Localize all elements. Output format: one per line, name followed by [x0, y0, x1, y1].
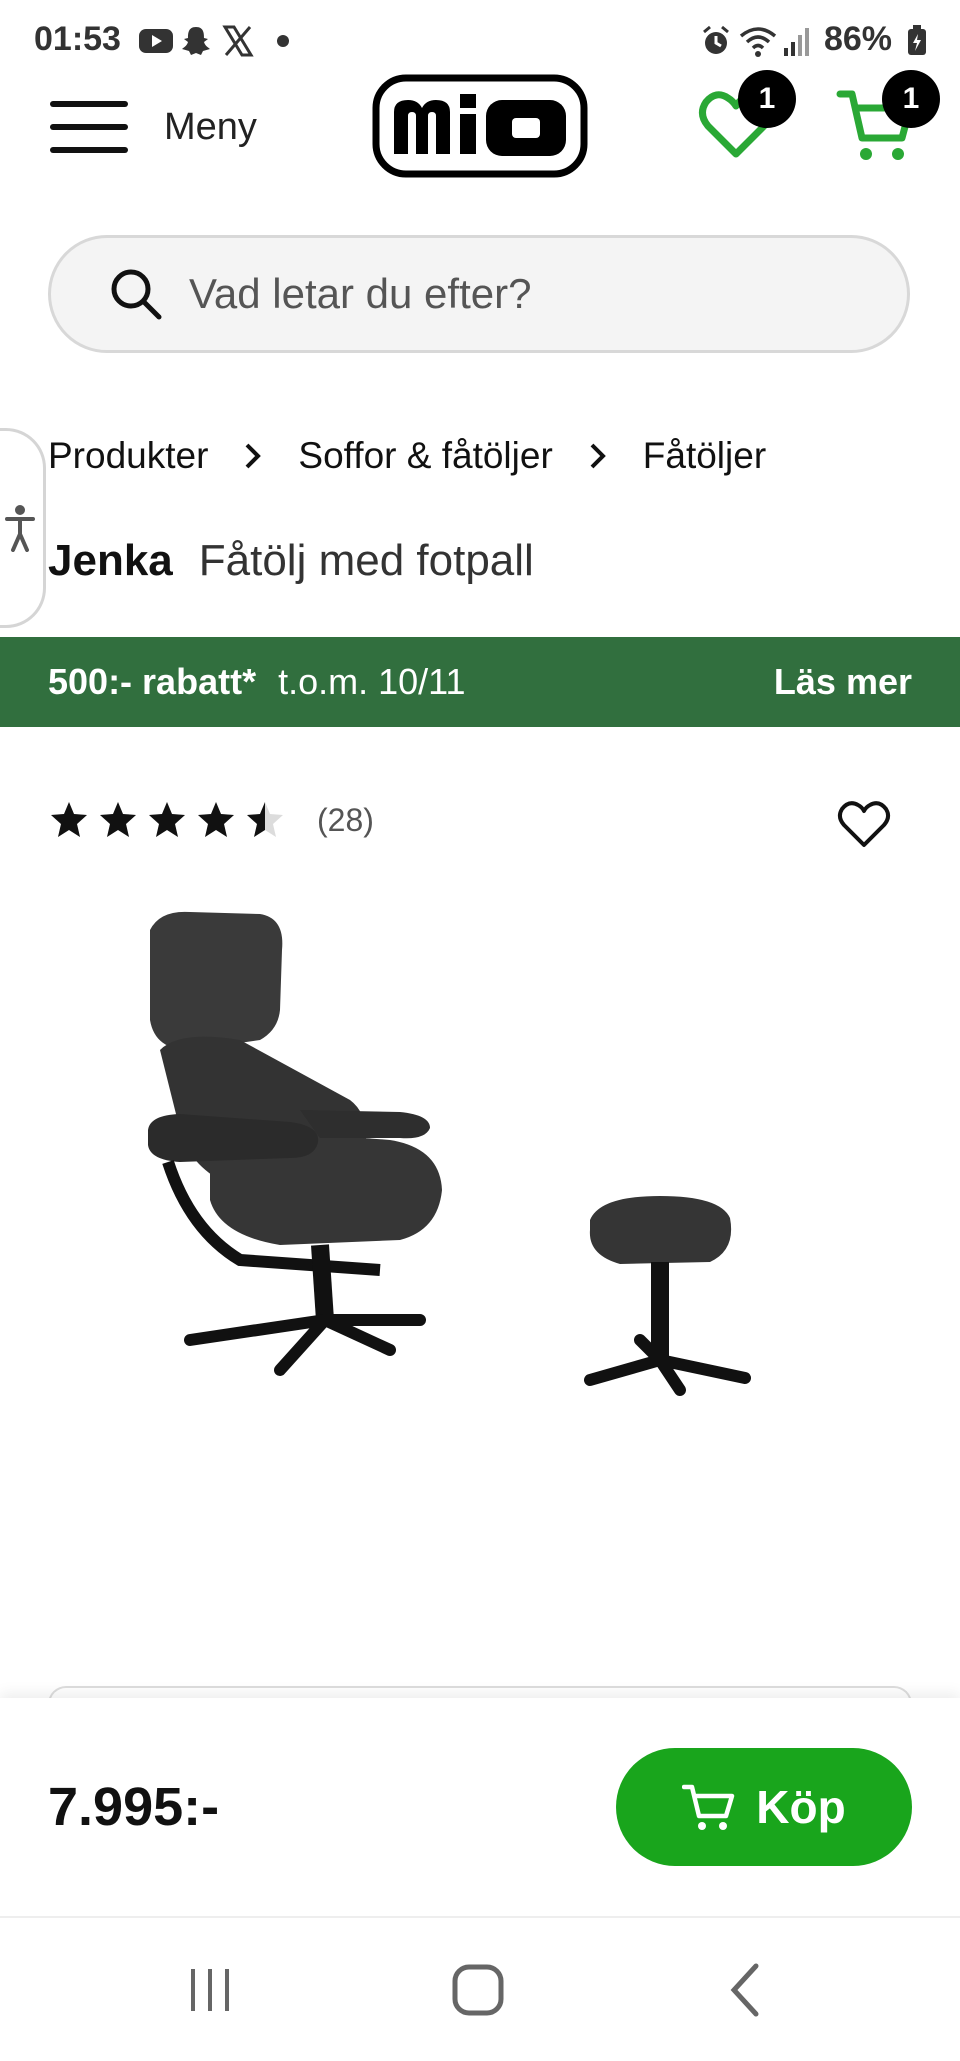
battery-percent: 86% [823, 20, 892, 58]
star-icon [100, 802, 136, 837]
product-brand: Jenka [48, 536, 173, 585]
product-title: Jenka Fåtölj med fotpall [48, 536, 534, 586]
rating[interactable]: (28) [48, 800, 374, 840]
menu-button[interactable]: Meny [50, 92, 290, 162]
chevron-right-icon [246, 443, 262, 469]
product-image[interactable] [120, 900, 840, 1470]
promo-amount: 500:- rabatt* [48, 661, 257, 702]
promo-banner[interactable]: 500:- rabatt* t.o.m. 10/11 Läs mer [0, 637, 960, 727]
status-bar: 01:53 86% [0, 0, 960, 84]
star-icon [198, 802, 234, 837]
youtube-icon [139, 29, 173, 53]
search-input[interactable] [187, 269, 871, 319]
back-icon [730, 1963, 759, 2017]
breadcrumb-item-produkter[interactable]: Produkter [48, 435, 208, 477]
breadcrumb: Produkter Soffor & fåtöljer Fåtöljer [48, 426, 766, 486]
recent-apps-icon [191, 1969, 229, 2011]
cart-badge: 1 [882, 70, 940, 128]
cart-icon [682, 1784, 735, 1830]
buy-label: Köp [756, 1781, 846, 1833]
star-icon [51, 802, 87, 837]
x-icon [222, 25, 254, 57]
alarm-icon [703, 25, 729, 54]
back-button[interactable] [696, 1950, 796, 2030]
star-icon [149, 802, 185, 837]
snapchat-icon [182, 27, 210, 55]
breadcrumb-item-fatoljer[interactable]: Fåtöljer [643, 435, 766, 477]
review-count: (28) [317, 801, 374, 838]
recent-apps-button[interactable] [160, 1950, 260, 2030]
rating-stars [48, 800, 293, 840]
mio-logo[interactable] [372, 74, 588, 178]
wifi-icon [739, 27, 777, 57]
buy-button[interactable]: Köp [616, 1748, 912, 1866]
breadcrumb-item-soffor[interactable]: Soffor & fåtöljer [298, 435, 552, 477]
promo-date: t.o.m. 10/11 [278, 661, 466, 702]
favorite-heart-icon[interactable] [836, 796, 892, 852]
cart-button[interactable]: 1 [832, 70, 942, 180]
signal-icon [784, 28, 809, 56]
accessibility-button[interactable] [0, 428, 46, 628]
home-button[interactable] [428, 1950, 528, 2030]
search-bar[interactable] [48, 235, 910, 353]
wishlist-button[interactable]: 1 [688, 70, 798, 180]
accessibility-icon [4, 505, 35, 552]
star-icon [247, 802, 283, 837]
dot-icon [277, 35, 289, 47]
wishlist-badge: 1 [738, 70, 796, 128]
home-icon [452, 1964, 504, 2016]
read-more-link[interactable]: Läs mer [774, 661, 912, 703]
chevron-right-icon [590, 443, 606, 469]
menu-label: Meny [164, 105, 257, 148]
status-time: 01:53 [34, 20, 121, 58]
product-price: 7.995:- [48, 1777, 220, 1837]
hamburger-icon [50, 101, 128, 153]
battery-icon [908, 25, 926, 55]
product-name: Fåtölj med fotpall [198, 536, 534, 585]
search-icon [111, 269, 162, 320]
